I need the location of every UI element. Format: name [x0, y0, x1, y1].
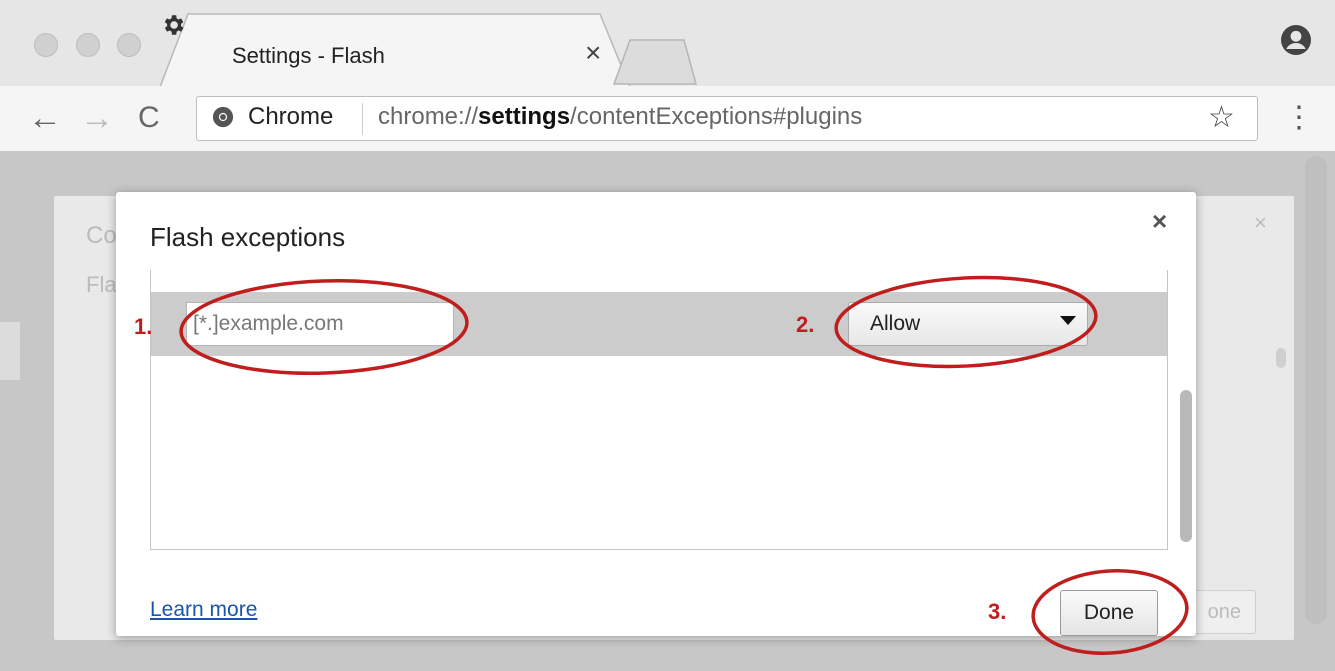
star-bookmark-icon[interactable]: ☆ — [1208, 100, 1235, 135]
background-dialog-subtitle: Fla — [86, 272, 117, 297]
chrome-logo-icon — [212, 106, 234, 128]
back-icon[interactable]: ← — [28, 100, 62, 136]
step-1-label: 1. — [134, 314, 153, 339]
background-side-strip — [0, 322, 20, 380]
dropdown-caret-icon — [1060, 316, 1076, 325]
omnibox-divider — [362, 103, 363, 135]
learn-more-link[interactable]: Learn more — [150, 598, 257, 622]
background-dialog-close-icon: × — [1254, 210, 1267, 235]
background-scroll-thumb — [1276, 348, 1286, 368]
hostname-pattern-input[interactable] — [186, 302, 454, 346]
gear-icon — [164, 15, 184, 35]
minimize-window-button[interactable] — [76, 33, 100, 57]
omnibox-chip-label: Chrome — [248, 103, 334, 130]
done-button[interactable]: Done — [1060, 590, 1158, 636]
forward-icon[interactable]: → — [80, 100, 114, 136]
tab-close-icon[interactable]: × — [585, 39, 601, 67]
dialog-title: Flash exceptions — [150, 222, 346, 252]
step-3-label: 3. — [988, 599, 1007, 624]
page-scrollbar[interactable] — [1305, 156, 1327, 624]
profile-icon[interactable] — [1278, 22, 1314, 58]
background-dialog-title: Co — [86, 222, 117, 249]
reload-icon[interactable]: C — [138, 100, 160, 136]
dialog-close-icon[interactable]: × — [1152, 206, 1167, 237]
close-window-button[interactable] — [34, 33, 58, 57]
step-2-label: 2. — [796, 312, 815, 337]
tab-title: Settings - Flash — [232, 43, 385, 68]
new-tab-button[interactable] — [610, 38, 698, 86]
more-menu-icon[interactable]: ⋮ — [1284, 100, 1314, 135]
url-text[interactable]: chrome://settings/contentExceptions#plug… — [378, 103, 862, 131]
list-scrollbar[interactable] — [1180, 390, 1192, 542]
behavior-select-value: Allow — [870, 312, 921, 335]
zoom-window-button[interactable] — [117, 33, 141, 57]
tab-settings-flash[interactable]: Settings - Flash × — [160, 12, 634, 87]
